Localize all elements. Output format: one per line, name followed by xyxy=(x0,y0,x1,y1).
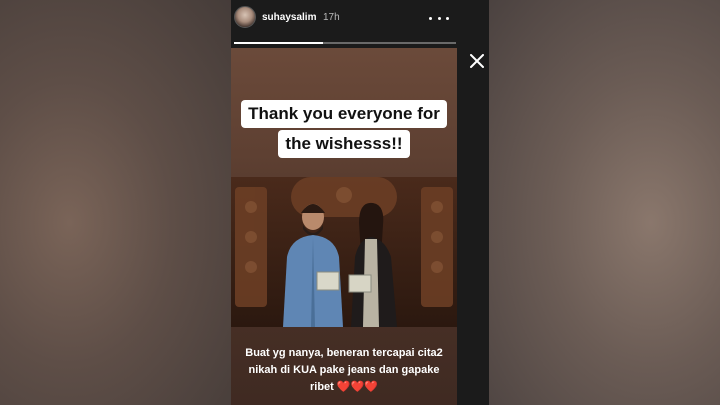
couple-photo xyxy=(231,177,457,327)
close-button[interactable] xyxy=(466,50,488,72)
more-options-icon xyxy=(437,16,441,20)
story-progress-fill xyxy=(234,42,323,44)
story-caption-top: Thank you everyone for the wishesss!! xyxy=(238,100,450,158)
caption-line: the wishesss!! xyxy=(278,130,410,158)
avatar[interactable] xyxy=(234,6,256,28)
close-icon xyxy=(470,54,484,68)
more-options-icon xyxy=(446,16,449,20)
blurred-backdrop-right xyxy=(489,0,720,405)
story-progress-bar xyxy=(234,42,456,44)
username[interactable]: suhaysalim xyxy=(262,12,316,23)
blurred-backdrop-left xyxy=(0,0,231,405)
story-photo xyxy=(231,177,457,327)
more-options-button[interactable] xyxy=(429,12,449,24)
heart-emojis: ❤️❤️❤️ xyxy=(336,381,378,393)
more-options-icon xyxy=(429,16,432,20)
story-viewer[interactable]: suhaysalim 17h Thank you everyone for th… xyxy=(231,0,489,405)
story-header: suhaysalim 17h xyxy=(231,0,489,48)
story-caption-bottom: Buat yg nanya, beneran tercapai cita2 ni… xyxy=(237,345,451,396)
post-time: 17h xyxy=(323,12,340,23)
caption-line: Thank you everyone for xyxy=(241,100,447,128)
